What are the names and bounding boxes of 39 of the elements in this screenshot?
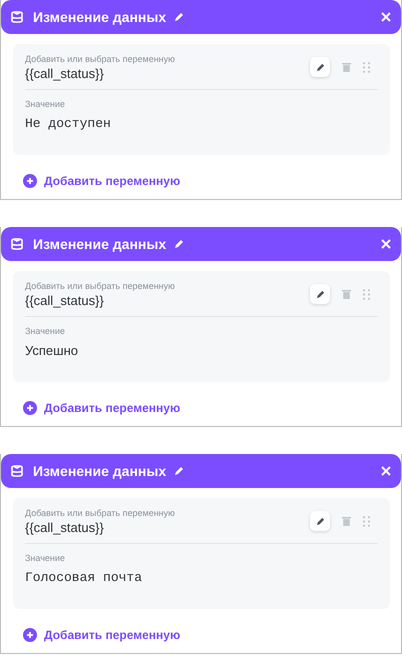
pencil-icon: [316, 290, 324, 298]
edit-button[interactable]: [310, 57, 330, 77]
plus-icon: [23, 401, 37, 415]
panel-title: Изменение данных: [33, 236, 166, 252]
plus-icon: [23, 174, 37, 188]
field-label: Добавить или выбрать переменную: [25, 54, 176, 64]
plus-icon: [23, 628, 37, 642]
drag-handle-icon[interactable]: [363, 62, 370, 72]
close-button[interactable]: [381, 239, 391, 249]
edit-title-button[interactable]: [174, 239, 184, 249]
edit-title-button[interactable]: [174, 12, 184, 22]
edit-button[interactable]: [310, 511, 330, 531]
pencil-icon: [316, 62, 324, 72]
database-icon: [9, 463, 25, 479]
add-variable-link[interactable]: Добавить переменную: [23, 174, 180, 188]
add-variable-link[interactable]: Добавить переменную: [23, 401, 180, 415]
panel-title: Изменение данных: [33, 9, 166, 25]
close-button[interactable]: [381, 12, 391, 22]
pencil-icon: [316, 516, 324, 526]
value-field[interactable]: Голосовая почта: [25, 570, 378, 585]
field-label: Значение: [25, 99, 66, 109]
field-label: Значение: [25, 326, 66, 336]
field-label: Значение: [25, 553, 66, 563]
edit-title-button[interactable]: [174, 466, 184, 476]
panel-title: Изменение данных: [33, 463, 166, 479]
close-button[interactable]: [381, 466, 391, 476]
drag-handle-icon[interactable]: [363, 288, 370, 300]
variable-field[interactable]: {{call_status}}: [25, 293, 310, 308]
add-variable-link[interactable]: Добавить переменную: [23, 628, 180, 642]
drag-handle-icon[interactable]: [363, 516, 370, 526]
variable-field[interactable]: {{call_status}}: [25, 520, 310, 535]
field-label: Добавить или выбрать переменную: [25, 281, 176, 291]
edit-button[interactable]: [310, 284, 330, 304]
value-field[interactable]: Успешно: [25, 343, 378, 358]
variable-field[interactable]: {{call_status}}: [25, 66, 310, 81]
value-field[interactable]: Не доступен: [25, 116, 378, 131]
field-label: Добавить или выбрать переменную: [25, 508, 176, 518]
database-icon: [9, 236, 25, 252]
database-icon: [9, 9, 25, 25]
